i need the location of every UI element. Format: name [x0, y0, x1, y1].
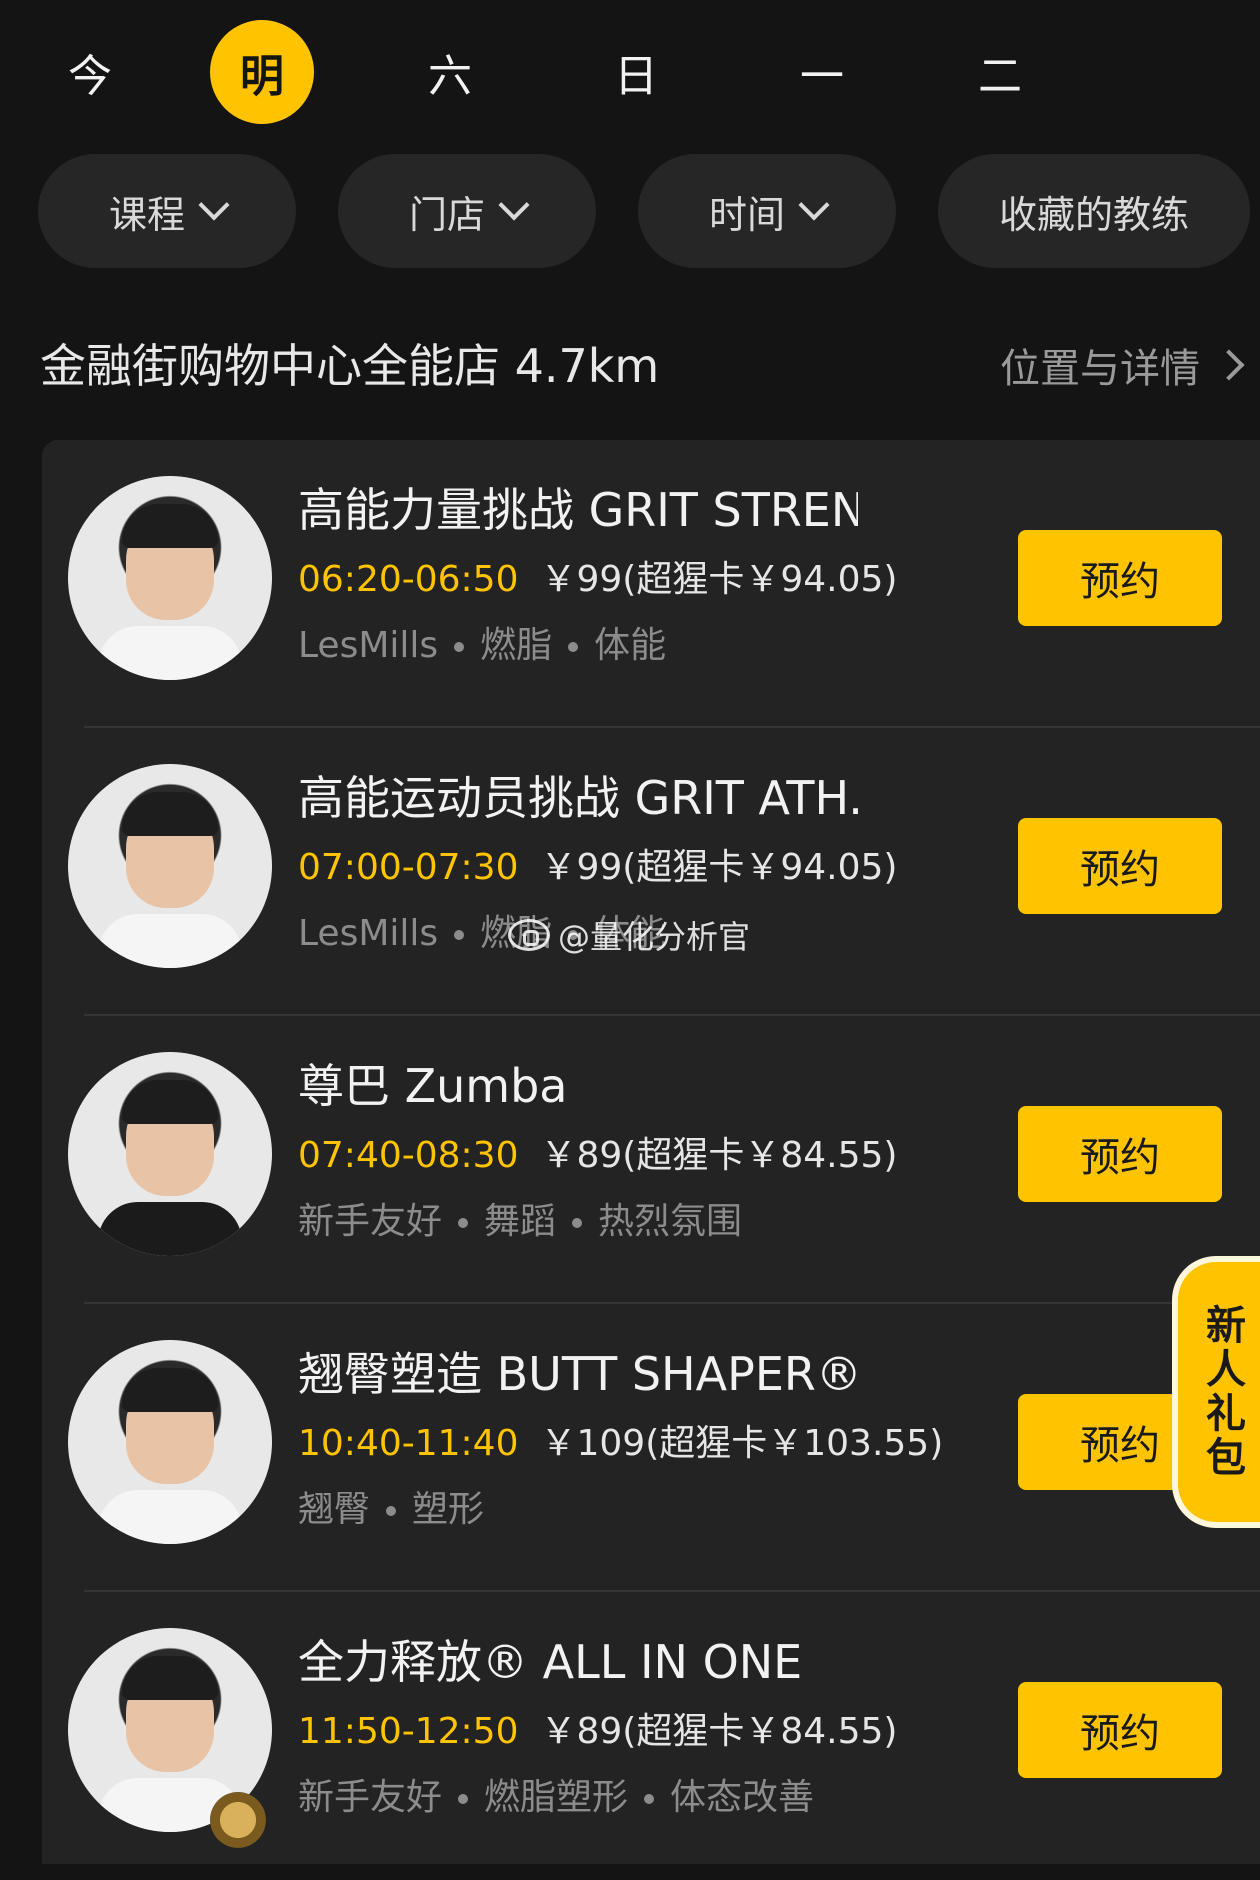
watermark-text: @量化分析官: [558, 918, 751, 956]
course-tag: 热烈氛围: [598, 1201, 743, 1242]
gift-badge-label: 新人礼包: [1199, 1304, 1245, 1480]
course-title: 高能运动员挑战 GRIT ATH...: [298, 771, 858, 825]
coach-avatar: [68, 476, 272, 680]
filter-favorite-coaches[interactable]: 收藏的教练: [938, 154, 1250, 268]
course-title: 尊巴 Zumba: [298, 1059, 568, 1113]
store-details-label: 位置与详情: [1000, 346, 1200, 392]
course-tag: 新手友好: [298, 1777, 443, 1818]
course-meta: 06:20-06:50 ￥99(超猩卡￥94.05): [298, 550, 897, 602]
course-tag: 塑形: [412, 1489, 485, 1530]
course-time: 07:40-08:30: [298, 1135, 519, 1176]
course-price: ￥89(超猩卡￥84.55): [540, 1711, 898, 1752]
course-tag: 新手友好: [298, 1201, 443, 1242]
filter-store[interactable]: 门店: [338, 154, 596, 268]
course-price: ￥109(超猩卡￥103.55): [540, 1423, 944, 1464]
day-tab-saturday[interactable]: 六: [398, 20, 502, 124]
day-tab-sunday[interactable]: 日: [584, 20, 688, 124]
coach-avatar: [68, 1340, 272, 1544]
course-item[interactable]: 翘臀塑造 BUTT SHAPER® 10:40-11:40 ￥109(超猩卡￥10…: [42, 1304, 1260, 1592]
course-tag: 舞蹈: [484, 1201, 557, 1242]
course-title: 全力释放® ALL IN ONE: [298, 1635, 803, 1689]
course-tags: LesMills 燃脂 体能: [298, 616, 666, 668]
course-tag: 体能: [594, 625, 667, 666]
medal-icon: [210, 1792, 266, 1848]
day-tab-tomorrow[interactable]: 明: [210, 20, 314, 124]
course-meta: 11:50-12:50 ￥89(超猩卡￥84.55): [298, 1702, 897, 1754]
course-time: 10:40-11:40: [298, 1423, 519, 1464]
course-meta: 07:00-07:30 ￥99(超猩卡￥94.05): [298, 838, 897, 890]
course-tag: 燃脂塑形: [484, 1777, 629, 1818]
course-time: 06:20-06:50: [298, 559, 519, 600]
store-name: 金融街购物中心全能店 4.7km: [40, 339, 660, 393]
store-details-link[interactable]: 位置与详情: [1000, 336, 1245, 394]
course-tags: 翘臀 塑形: [298, 1480, 484, 1532]
course-tags: 新手友好 燃脂塑形 体态改善: [298, 1768, 814, 1820]
course-item[interactable]: 高能力量挑战 GRIT STREN... 06:20-06:50 ￥99(超猩卡￥…: [42, 440, 1260, 728]
store-header: 金融街购物中心全能店 4.7km 位置与详情: [40, 330, 1245, 400]
course-meta: 07:40-08:30 ￥89(超猩卡￥84.55): [298, 1126, 897, 1178]
course-tag: 燃脂: [480, 625, 553, 666]
coach-avatar: [68, 764, 272, 968]
course-price: ￥99(超猩卡￥94.05): [540, 847, 898, 888]
filter-time-label: 时间: [708, 192, 785, 237]
course-item[interactable]: 全力释放® ALL IN ONE 11:50-12:50 ￥89(超猩卡￥84.5…: [42, 1592, 1260, 1880]
course-time: 07:00-07:30: [298, 847, 519, 888]
filter-time[interactable]: 时间: [638, 154, 896, 268]
course-title: 高能力量挑战 GRIT STREN...: [298, 483, 858, 537]
book-button[interactable]: 预约: [1018, 818, 1222, 914]
course-list: 高能力量挑战 GRIT STREN... 06:20-06:50 ￥99(超猩卡￥…: [42, 440, 1260, 1864]
course-meta: 10:40-11:40 ￥109(超猩卡￥103.55): [298, 1414, 943, 1466]
chevron-down-icon: [198, 189, 230, 221]
day-tab-monday[interactable]: 一: [770, 20, 874, 124]
book-button[interactable]: 预约: [1018, 530, 1222, 626]
weibo-icon: [508, 919, 550, 951]
course-tags: 新手友好 舞蹈 热烈氛围: [298, 1192, 742, 1244]
filter-favorite-label: 收藏的教练: [998, 192, 1189, 237]
new-user-gift-badge[interactable]: 新人礼包: [1172, 1256, 1260, 1528]
day-tab-today[interactable]: 今: [38, 20, 142, 124]
book-button[interactable]: 预约: [1018, 1106, 1222, 1202]
day-selector: 今 明 六 日 一 二: [0, 20, 1260, 124]
filter-bar: 课程 门店 时间 收藏的教练: [0, 154, 1260, 268]
course-price: ￥89(超猩卡￥84.55): [540, 1135, 898, 1176]
course-tag: LesMills: [298, 913, 439, 954]
course-price: ￥99(超猩卡￥94.05): [540, 559, 898, 600]
day-tab-tuesday[interactable]: 二: [948, 20, 1052, 124]
book-button[interactable]: 预约: [1018, 1682, 1222, 1778]
filter-store-label: 门店: [408, 192, 485, 237]
chevron-down-icon: [798, 189, 830, 221]
chevron-down-icon: [498, 189, 530, 221]
coach-avatar: [68, 1052, 272, 1256]
course-item[interactable]: 高能运动员挑战 GRIT ATH... 07:00-07:30 ￥99(超猩卡￥9…: [42, 728, 1260, 1016]
chevron-right-icon: [1213, 349, 1245, 381]
course-tag: 翘臀: [298, 1489, 371, 1530]
filter-course[interactable]: 课程: [38, 154, 296, 268]
course-item[interactable]: 尊巴 Zumba 07:40-08:30 ￥89(超猩卡￥84.55) 新手友好舞…: [42, 1016, 1260, 1304]
course-time: 11:50-12:50: [298, 1711, 519, 1752]
course-title: 翘臀塑造 BUTT SHAPER®: [298, 1347, 858, 1401]
filter-course-label: 课程: [108, 192, 185, 237]
course-tag: 体态改善: [670, 1777, 815, 1818]
watermark: @量化分析官: [508, 912, 750, 958]
course-tag: LesMills: [298, 625, 439, 666]
